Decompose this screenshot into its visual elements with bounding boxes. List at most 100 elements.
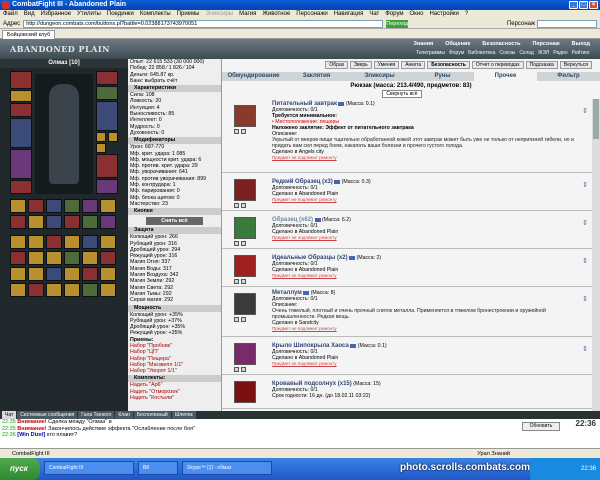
quick-slot[interactable] xyxy=(46,199,62,213)
belt-slot[interactable] xyxy=(10,180,32,194)
menu-chat[interactable]: Чат xyxy=(369,10,379,19)
item-repair-link[interactable]: Предмет не подлежит ремонту xyxy=(272,155,582,161)
skills-button[interactable]: Умения xyxy=(373,61,400,69)
helmet-slot[interactable] xyxy=(10,71,32,89)
sublink-library[interactable]: Библиотека xyxy=(468,50,495,56)
chat-tab-clan[interactable]: Клан xyxy=(115,411,133,419)
use-icon[interactable] xyxy=(241,129,246,134)
chat-tab-system[interactable]: Системные сообщения xyxy=(17,411,78,419)
header-link-exit[interactable]: Выход xyxy=(572,41,590,47)
quick-slot[interactable] xyxy=(28,215,44,229)
taskbar-button-vk[interactable]: ВК xyxy=(138,461,178,475)
section-kits[interactable]: Комплекты: xyxy=(128,375,221,383)
rune-slot[interactable] xyxy=(46,235,62,249)
ring-slot-1[interactable] xyxy=(96,132,106,142)
quick-slot[interactable] xyxy=(46,215,62,229)
chat-tab-5[interactable]: Бесполезный xyxy=(133,411,171,419)
chat-tab-3[interactable]: Гала Тюнелл xyxy=(78,411,115,419)
security-button[interactable]: Безопасность xyxy=(427,61,470,69)
quick-slot[interactable] xyxy=(10,199,26,213)
rune-slot[interactable] xyxy=(10,283,26,297)
shield-slot[interactable] xyxy=(96,101,118,131)
image-button[interactable]: Образ xyxy=(325,61,348,69)
maximize-button[interactable]: □ xyxy=(579,1,588,9)
rune-slot[interactable] xyxy=(82,251,98,265)
tab-runes[interactable]: Руны xyxy=(411,72,474,81)
section-modifiers[interactable]: Модификаторы xyxy=(128,137,221,145)
item-image[interactable] xyxy=(234,217,256,239)
use-icon[interactable] xyxy=(241,317,246,322)
header-link-security[interactable]: Безопасность xyxy=(482,41,520,47)
rune-slot[interactable] xyxy=(10,267,26,281)
tab-spells[interactable]: Заклятия xyxy=(285,72,348,81)
section-knots[interactable]: Кнопки xyxy=(128,208,221,216)
beast-button[interactable]: Зверь xyxy=(349,61,372,69)
rune-slot[interactable] xyxy=(64,267,80,281)
ring-slot-2[interactable] xyxy=(108,132,118,142)
quick-slot[interactable] xyxy=(100,215,116,229)
quick-slot[interactable] xyxy=(82,199,98,213)
section-power[interactable]: Мощность xyxy=(128,304,221,312)
character-avatar[interactable] xyxy=(35,74,93,194)
profile-button[interactable]: Анкета xyxy=(401,61,426,69)
reorder-arrows-icon[interactable]: ⇕ xyxy=(582,219,588,227)
drop-icon[interactable] xyxy=(234,129,239,134)
rune-slot[interactable] xyxy=(64,235,80,249)
menu-magic[interactable]: Магия xyxy=(239,10,256,19)
drop-icon[interactable] xyxy=(234,279,239,284)
menu-animal[interactable]: Животное xyxy=(262,10,290,19)
menu-elixirs[interactable]: Эликсиры xyxy=(205,10,233,19)
item-image[interactable] xyxy=(234,343,256,365)
reorder-arrows-icon[interactable]: ⇕ xyxy=(582,107,588,115)
menu-characters[interactable]: Персонажи xyxy=(296,10,327,19)
menu-file[interactable]: Файл xyxy=(3,10,18,19)
leggings-slot[interactable] xyxy=(96,154,118,178)
rune-slot[interactable] xyxy=(100,267,116,281)
menu-tricks[interactable]: Приемы xyxy=(177,10,200,19)
tab-elixirs[interactable]: Эликсиры xyxy=(348,72,411,81)
drop-icon[interactable] xyxy=(234,241,239,246)
kit-link[interactable]: Надеть "Костыли" xyxy=(128,395,221,401)
quick-slot[interactable] xyxy=(64,199,80,213)
chat-tab-main[interactable]: Чат xyxy=(2,411,17,419)
weapon-slot[interactable] xyxy=(10,118,32,148)
inventory-scrollbar[interactable] xyxy=(592,99,600,411)
sublink-telegrams[interactable]: Телеграммы xyxy=(416,50,445,56)
item-repair-link[interactable]: Предмет не подлежит ремонту xyxy=(272,326,582,332)
necklace-slot[interactable] xyxy=(10,103,32,117)
drop-icon[interactable] xyxy=(234,367,239,372)
taskbar-button-game[interactable]: CombatFight III xyxy=(44,461,134,475)
menu-window[interactable]: Окно xyxy=(410,10,424,19)
rune-slot[interactable] xyxy=(46,267,62,281)
gloves-slot[interactable] xyxy=(96,86,118,100)
tab-other[interactable]: Прочее xyxy=(474,72,537,81)
earring-slot[interactable] xyxy=(10,90,32,102)
rune-slot[interactable] xyxy=(100,235,116,249)
sublink-rating[interactable]: Рейтинг xyxy=(572,50,590,56)
rune-slot[interactable] xyxy=(10,251,26,265)
rune-slot[interactable] xyxy=(28,283,44,297)
rune-slot[interactable] xyxy=(100,251,116,265)
rune-slot[interactable] xyxy=(64,251,80,265)
ring-slot-3[interactable] xyxy=(96,143,106,153)
rune-slot[interactable] xyxy=(64,283,80,297)
tab-equipment[interactable]: Обмундирование xyxy=(222,72,285,81)
rune-slot[interactable] xyxy=(82,235,98,249)
menu-duels[interactable]: Поединки xyxy=(107,10,134,19)
sublink-forum[interactable]: Форум xyxy=(449,50,464,56)
armor-slot[interactable] xyxy=(10,149,32,179)
use-icon[interactable] xyxy=(241,203,246,208)
item-repair-link[interactable]: Предмет не подлежит ремонту xyxy=(272,197,582,203)
rune-slot[interactable] xyxy=(28,235,44,249)
close-button[interactable]: × xyxy=(589,1,598,9)
item-image[interactable] xyxy=(234,381,256,403)
rune-slot[interactable] xyxy=(28,267,44,281)
transfer-report-button[interactable]: Отчет о переводах xyxy=(471,61,524,69)
rune-slot[interactable] xyxy=(10,235,26,249)
drop-icon[interactable] xyxy=(234,203,239,208)
rune-slot[interactable] xyxy=(46,251,62,265)
quick-slot[interactable] xyxy=(28,199,44,213)
remove-all-button[interactable]: Снять всё xyxy=(146,217,203,226)
use-icon[interactable] xyxy=(241,279,246,284)
menu-sets[interactable]: Комплекты xyxy=(140,10,171,19)
